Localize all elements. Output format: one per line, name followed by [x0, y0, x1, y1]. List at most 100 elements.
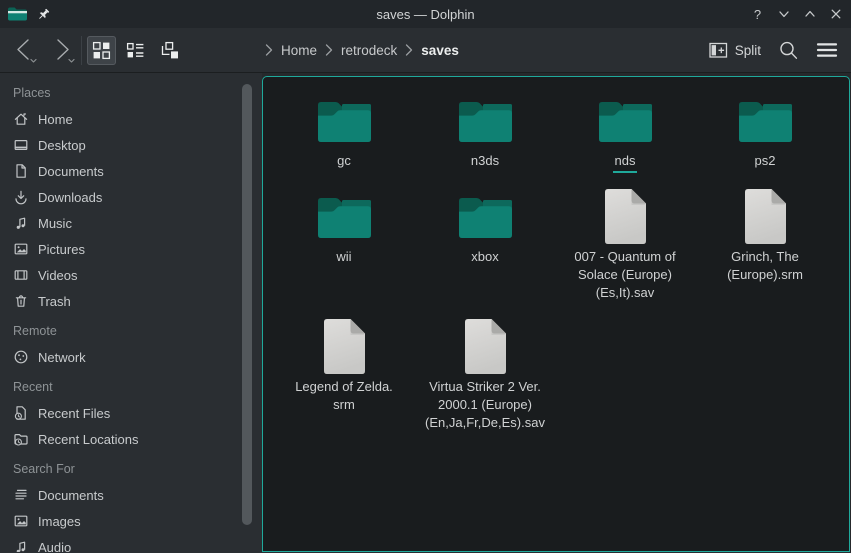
item-label: wii [334, 248, 353, 266]
folder-item-nds[interactable]: nds [555, 91, 695, 173]
sidebar-item-label: Downloads [38, 190, 102, 205]
split-view-icon [709, 42, 728, 59]
breadcrumb-retrodeck[interactable]: retrodeck [336, 43, 402, 58]
file-item-virtua-striker-2[interactable]: Virtua Striker 2 Ver. 2000.1 (Europe) (E… [415, 317, 555, 432]
item-label: xbox [469, 248, 500, 266]
dolphin-window: saves — Dolphin ? [0, 0, 851, 553]
app-folder-icon [7, 6, 27, 22]
close-button[interactable] [829, 8, 842, 21]
sidebar-item-label: Videos [38, 268, 78, 283]
item-label: ps2 [753, 152, 778, 170]
file-icon [742, 188, 788, 245]
sidebar-item-videos[interactable]: Videos [0, 262, 262, 288]
sidebar-item-label: Recent Files [38, 406, 110, 421]
breadcrumb: Home retrodeck saves [262, 28, 464, 72]
chevron-right-icon [402, 44, 416, 56]
chevron-right-icon [262, 44, 276, 56]
sidebar-item-label: Home [38, 112, 73, 127]
back-button[interactable] [10, 37, 40, 64]
file-icon [602, 188, 648, 245]
video-icon [13, 267, 29, 283]
file-icon [462, 318, 508, 375]
image-icon [13, 241, 29, 257]
hamburger-menu-button[interactable] [816, 41, 838, 59]
split-button[interactable]: Split [709, 42, 761, 59]
sidebar-scrollbar[interactable] [242, 84, 252, 525]
download-icon [13, 189, 29, 205]
item-label: n3ds [469, 152, 501, 170]
file-view[interactable]: gc n3ds nds ps2 wii xbox [262, 76, 850, 552]
folder-item-xbox[interactable]: xbox [415, 187, 555, 266]
music-note-icon [13, 215, 29, 231]
sidebar-item-music[interactable]: Music [0, 210, 262, 236]
window-title: saves — Dolphin [0, 7, 851, 22]
sidebar-item-documents[interactable]: Documents [0, 158, 262, 184]
section-header-remote: Remote [0, 318, 262, 344]
item-label: gc [335, 152, 353, 170]
sidebar-item-label: Images [38, 514, 81, 529]
chevron-right-icon [322, 44, 336, 56]
sidebar-item-recent-files[interactable]: Recent Files [0, 400, 262, 426]
places-panel: Places Home Desktop [0, 73, 262, 552]
recent-locations-icon [13, 431, 29, 447]
item-label: Virtua Striker 2 Ver. 2000.1 (Europe) (E… [423, 378, 547, 432]
document-icon [13, 163, 29, 179]
breadcrumb-home[interactable]: Home [276, 43, 322, 58]
pin-icon[interactable] [36, 7, 51, 22]
sidebar-item-label: Pictures [38, 242, 85, 257]
section-header-places: Places [0, 80, 262, 106]
file-item-007-quantum-of-solace[interactable]: 007 - Quantum of Solace (Europe) (Es,It)… [555, 187, 695, 302]
tree-view-icon [160, 41, 180, 60]
image-icon [13, 513, 29, 529]
folder-item-wii[interactable]: wii [274, 187, 414, 266]
recent-files-icon [13, 405, 29, 421]
sidebar-item-search-documents[interactable]: Documents [0, 482, 262, 508]
minimize-button[interactable] [777, 8, 790, 21]
toolbar-separator [81, 36, 82, 65]
sidebar-item-downloads[interactable]: Downloads [0, 184, 262, 210]
folder-item-gc[interactable]: gc [274, 91, 414, 170]
item-label: Legend of Zelda. srm [293, 378, 395, 414]
desktop-icon [13, 137, 29, 153]
network-icon [13, 349, 29, 365]
sidebar-item-trash[interactable]: Trash [0, 288, 262, 314]
sidebar-item-pictures[interactable]: Pictures [0, 236, 262, 262]
folder-icon [316, 193, 373, 239]
icons-view-button[interactable] [87, 36, 116, 65]
sidebar-item-home[interactable]: Home [0, 106, 262, 132]
sidebar-item-search-audio[interactable]: Audio [0, 534, 262, 552]
maximize-button[interactable] [803, 8, 816, 21]
sidebar-item-network[interactable]: Network [0, 344, 262, 370]
search-icon [778, 40, 799, 61]
sidebar-item-label: Recent Locations [38, 432, 138, 447]
music-note-icon [13, 539, 29, 552]
sidebar-item-label: Audio [38, 540, 71, 553]
breadcrumb-saves[interactable]: saves [416, 43, 464, 58]
section-header-recent: Recent [0, 374, 262, 400]
folder-icon [457, 97, 514, 143]
item-label: Grinch, The (Europe).srm [725, 248, 805, 284]
hamburger-icon [816, 41, 838, 59]
folder-icon [597, 97, 654, 143]
sidebar-item-desktop[interactable]: Desktop [0, 132, 262, 158]
folder-item-n3ds[interactable]: n3ds [415, 91, 555, 170]
toolbar: Home retrodeck saves Split [0, 28, 851, 73]
titlebar[interactable]: saves — Dolphin ? [0, 0, 851, 28]
search-button[interactable] [778, 40, 799, 61]
sidebar-item-recent-locations[interactable]: Recent Locations [0, 426, 262, 452]
file-item-legend-of-zelda[interactable]: Legend of Zelda. srm [274, 317, 414, 414]
text-lines-icon [13, 487, 29, 503]
file-item-grinch-the[interactable]: Grinch, The (Europe).srm [695, 187, 835, 284]
forward-button[interactable] [48, 37, 78, 64]
home-icon [13, 111, 29, 127]
details-view-button[interactable] [121, 36, 150, 65]
folder-icon [457, 193, 514, 239]
help-button[interactable]: ? [751, 8, 764, 21]
sidebar-item-search-images[interactable]: Images [0, 508, 262, 534]
details-view-icon [126, 41, 145, 60]
folder-item-ps2[interactable]: ps2 [695, 91, 835, 170]
sidebar-item-label: Desktop [38, 138, 86, 153]
back-dropdown-caret [31, 60, 36, 63]
item-label: 007 - Quantum of Solace (Europe) (Es,It)… [572, 248, 677, 302]
tree-view-button[interactable] [155, 36, 184, 65]
